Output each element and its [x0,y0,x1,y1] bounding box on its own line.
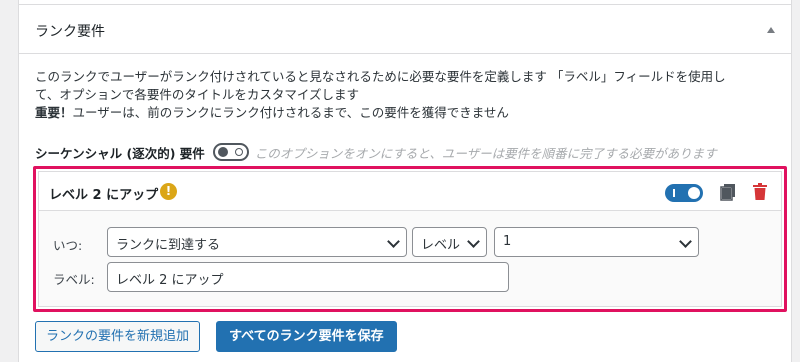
requirement-title: レベル 2 にアップ [49,188,159,203]
requirement-body: いつ: ランクに到達する レベル 1 ラベル: レベル 2 にアップ [38,211,782,307]
type-select[interactable]: レベル [412,227,487,257]
sequential-label: シーケンシャル (逐次的) 要件 [35,145,205,161]
type-select-value: レベル [421,238,461,253]
chevron-down-icon [679,235,692,248]
label-input-value: レベル 2 にアップ [116,273,224,288]
important-text: ユーザーは、前のランクにランク付けされるまで、この要件を獲得できません [72,105,509,120]
sequential-hint: このオプションをオンにすると、ユーザーは要件を順番に完了する必要があります [254,145,717,161]
trash-icon[interactable] [752,183,768,201]
trigger-select[interactable]: ランクに到達する [107,227,407,257]
important-note: 重要！ユーザーは、前のランクにランク付けされるまで、この要件を獲得できません [35,104,775,122]
requirement-enable-toggle[interactable] [665,184,703,202]
collapse-arrow-icon[interactable] [767,27,775,33]
warning-icon: ! [160,183,177,200]
toggle-off-indicator-icon [234,148,243,156]
description-line-1: このランクでユーザーがランク付けされていると見なされるために必要な要件を定義しま… [35,69,726,84]
panel-title: ランク要件 [35,24,105,40]
important-label: 重要！ [35,105,73,120]
trigger-select-value: ランクに到達する [116,238,221,253]
requirement-card: レベル 2 にアップ ! いつ: ランクに到達する レベル 1 ラベル: レベル… [33,166,787,312]
description-line-2: て、オプションで各要件のタイトルをカスタマイズします [35,87,360,102]
copy-icon[interactable] [719,183,737,201]
chevron-down-icon [467,235,480,248]
when-label: いつ: [53,238,83,253]
toggle-knob [217,147,228,157]
description: このランクでユーザーがランク付けされていると見なされるために必要な要件を定義しま… [35,68,775,122]
level-select-value: 1 [503,234,512,249]
toggle-knob [688,187,700,199]
add-new-requirement-button[interactable]: ランクの要件を新規追加 [35,321,201,352]
panel-header[interactable]: ランク要件 [19,4,791,54]
label-label: ラベル: [53,272,95,287]
rank-requirements-panel: ランク要件 このランクでユーザーがランク付けされていると見なされるために必要な要… [18,0,792,362]
sequential-row: シーケンシャル (逐次的) 要件 このオプションをオンにすると、ユーザーは要件を… [35,142,717,162]
label-input[interactable]: レベル 2 にアップ [107,262,509,292]
level-select[interactable]: 1 [494,227,699,257]
sequential-toggle[interactable] [212,143,249,161]
requirement-header[interactable]: レベル 2 にアップ ! [38,171,782,211]
toggle-on-indicator-icon [673,189,675,197]
chevron-down-icon [387,235,400,248]
save-all-requirements-button[interactable]: すべてのランク要件を保存 [216,321,397,352]
